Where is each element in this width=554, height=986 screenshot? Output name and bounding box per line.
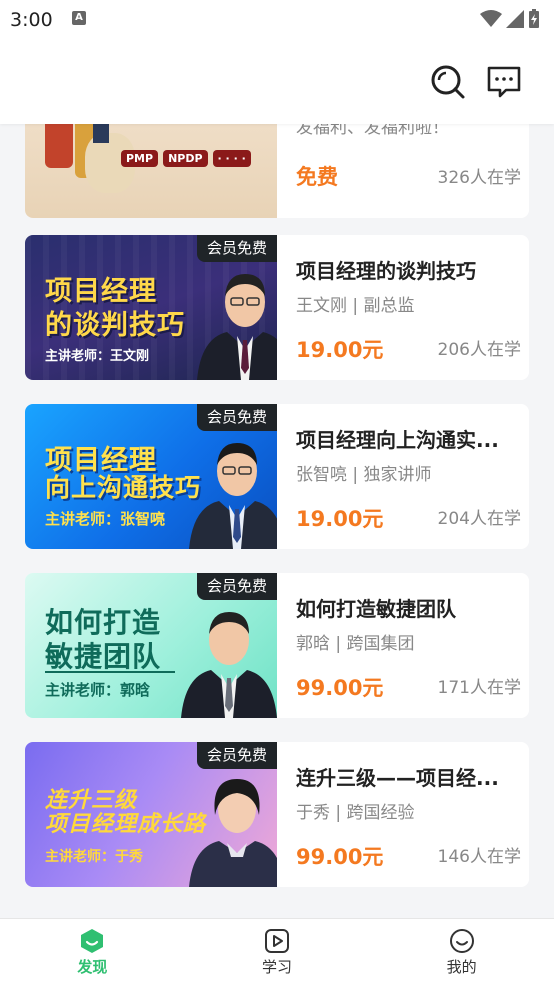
- pill-more: · · · ·: [212, 150, 251, 167]
- course-thumbnail: 项目经理 向上沟通技巧 主讲老师：张智喨 会员免费: [25, 404, 277, 549]
- app-bar: [0, 40, 554, 124]
- message-button[interactable]: [484, 62, 524, 102]
- course-info: 发福利、发福利啦！ 免费 326人在学: [296, 124, 521, 218]
- course-thumbnail: 如何打造 敏捷团队 主讲老师：郭晗 会员免费: [25, 573, 277, 718]
- course-card[interactable]: 如何打造 敏捷团队 主讲老师：郭晗 会员免费 如何打造敏捷团队 郭晗 | 跨国集…: [25, 573, 529, 718]
- signal-icon: [506, 10, 524, 28]
- notification-a-icon: A: [72, 11, 86, 25]
- banner-teacher: 主讲老师：王文刚: [45, 349, 150, 364]
- discover-icon: [81, 929, 104, 953]
- banner-teacher: 主讲老师：于秀: [45, 849, 143, 865]
- status-bar: 3:00 A: [0, 0, 554, 40]
- tab-mine-label: 我的: [446, 958, 477, 976]
- status-time: 3:00: [10, 9, 53, 31]
- teacher-photo: [181, 612, 277, 718]
- teacher-photo: [189, 443, 277, 549]
- bottom-tab-bar: 发现 学习 我的: [0, 918, 554, 986]
- course-learners: 146人在学: [437, 847, 521, 867]
- search-icon: [431, 65, 465, 99]
- course-price: 19.00元: [296, 507, 384, 531]
- pill-pmp: PMP: [121, 150, 159, 167]
- member-free-badge: 会员免费: [197, 742, 277, 769]
- course-learners: 326人在学: [437, 168, 521, 188]
- course-title: 项目经理向上沟通实...: [296, 428, 499, 452]
- course-price: 免费: [296, 165, 338, 189]
- course-card[interactable]: 项目经理 向上沟通技巧 主讲老师：张智喨 会员免费 项目经理向上沟通实... 张…: [25, 404, 529, 549]
- teacher-photo: [197, 274, 277, 380]
- course-teacher: 郭晗 | 跨国集团: [296, 634, 415, 654]
- tab-discover-label: 发现: [77, 958, 108, 976]
- course-thumbnail: 项目经理 的谈判技巧 主讲老师：王文刚 会员免费: [25, 235, 277, 380]
- battery-icon: [529, 9, 539, 28]
- course-thumbnail: 连升三级 项目经理成长路 主讲老师：于秀 会员免费: [25, 742, 277, 887]
- course-info: 项目经理的谈判技巧 王文刚 | 副总监 19.00元 206人在学: [296, 235, 521, 380]
- course-teacher: 于秀 | 跨国经验: [296, 803, 415, 823]
- course-learners: 206人在学: [437, 340, 521, 360]
- course-thumbnail: PMP NPDP · · · ·: [25, 124, 277, 218]
- member-free-badge: 会员免费: [197, 235, 277, 262]
- course-card[interactable]: 连升三级 项目经理成长路 主讲老师：于秀 会员免费 连升三级——项目经... 于…: [25, 742, 529, 887]
- course-price: 99.00元: [296, 845, 384, 869]
- course-title: 项目经理的谈判技巧: [296, 259, 476, 283]
- teacher-photo: [189, 779, 277, 887]
- status-icons: [480, 9, 540, 29]
- course-learners: 171人在学: [437, 678, 521, 698]
- banner-line-2: 项目经理成长路: [45, 812, 207, 837]
- course-learners: 204人在学: [437, 509, 521, 529]
- course-info: 连升三级——项目经... 于秀 | 跨国经验 99.00元 146人在学: [296, 742, 521, 887]
- search-button[interactable]: [428, 62, 468, 102]
- tab-learn[interactable]: 学习: [185, 919, 370, 986]
- category-pills: PMP NPDP · · · ·: [121, 147, 256, 167]
- course-price: 99.00元: [296, 676, 384, 700]
- course-title: 连升三级——项目经...: [296, 766, 499, 790]
- banner-line-2: 的谈判技巧: [45, 310, 185, 341]
- member-free-badge: 会员免费: [197, 404, 277, 431]
- wifi-icon: [480, 10, 502, 27]
- tab-discover[interactable]: 发现: [0, 919, 185, 986]
- course-subtitle: 发福利、发福利啦！: [296, 124, 449, 138]
- play-icon: [265, 929, 289, 953]
- course-info: 项目经理向上沟通实... 张智喨 | 独家讲师 19.00元 204人在学: [296, 404, 521, 549]
- course-info: 如何打造敏捷团队 郭晗 | 跨国集团 99.00元 171人在学: [296, 573, 521, 718]
- course-teacher: 王文刚 | 副总监: [296, 296, 415, 316]
- banner-line-2: 敏捷团队: [45, 640, 162, 673]
- course-price: 19.00元: [296, 338, 384, 362]
- pill-npdp: NPDP: [163, 150, 208, 167]
- course-title: 如何打造敏捷团队: [296, 597, 456, 621]
- tab-mine[interactable]: 我的: [369, 919, 554, 986]
- message-icon: [487, 66, 521, 98]
- course-card[interactable]: 项目经理 的谈判技巧 主讲老师：王文刚 会员免费 项目经理的谈判技巧 王文刚 |…: [25, 235, 529, 380]
- banner-teacher: 主讲老师：张智喨: [45, 510, 166, 528]
- tab-learn-label: 学习: [262, 958, 293, 976]
- member-free-badge: 会员免费: [197, 573, 277, 600]
- course-teacher: 张智喨 | 独家讲师: [296, 465, 432, 485]
- banner-line-2: 向上沟通技巧: [45, 473, 202, 502]
- course-card[interactable]: PMP NPDP · · · · 发福利、发福利啦！ 免费 326人在学: [25, 124, 529, 218]
- smile-icon: [449, 929, 474, 953]
- course-list[interactable]: PMP NPDP · · · · 发福利、发福利啦！ 免费 326人在学 项目经理 …: [0, 124, 554, 918]
- banner-teacher: 主讲老师：郭晗: [45, 681, 151, 699]
